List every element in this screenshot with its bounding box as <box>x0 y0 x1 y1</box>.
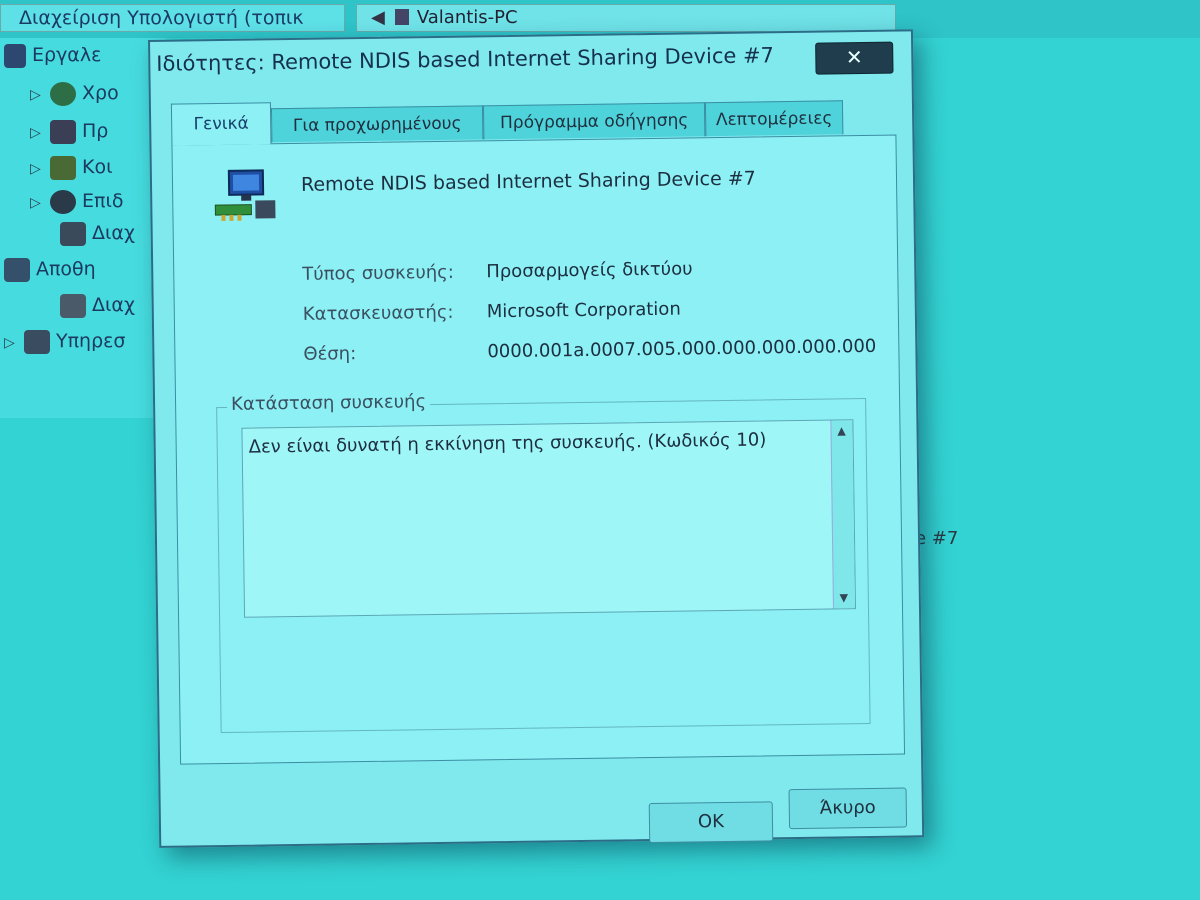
device-status-label: Κατάσταση συσκευής <box>226 391 431 415</box>
services-icon <box>24 329 50 354</box>
background-tree: Εργαλε ▷ Χρο ▷ Πρ ▷ Κοι ▷ Επιδ Διαχ Αποθη Δι… <box>0 38 165 418</box>
tab-driver[interactable]: Πρόγραμμα οδήγησης <box>482 102 706 140</box>
device-status-textbox[interactable]: Δεν είναι δυνατή η εκκίνηση της συσκευής… <box>241 419 857 618</box>
tree-item-scheduler[interactable]: ▷ Χρο <box>30 76 119 110</box>
expand-icon[interactable]: ▷ <box>4 326 18 360</box>
performance-icon <box>50 189 76 214</box>
general-tab-panel: Remote NDIS based Internet Sharing Devic… <box>171 134 906 765</box>
tab-strip: Γενικά Για προχωρημένους Πρόγραμμα οδήγη… <box>170 100 844 146</box>
arrow-icon: ◀ <box>371 7 385 28</box>
disk-icon <box>60 293 86 318</box>
device-type-value: Προσαρμογείς δικτύου <box>486 258 693 283</box>
scheduler-icon <box>50 119 76 144</box>
tree-item-services[interactable]: ▷ Υπηρεσ <box>4 324 125 358</box>
tab-advanced[interactable]: Για προχωρημένους <box>270 105 484 143</box>
tree-item-device-manager[interactable]: Διαχ <box>60 216 135 250</box>
properties-dialog: Ιδιότητες: Remote NDIS based Internet Sh… <box>148 29 925 848</box>
device-name: Remote NDIS based Internet Sharing Devic… <box>300 167 756 196</box>
dialog-title: Ιδιότητες: Remote NDIS based Internet Sh… <box>156 43 775 76</box>
device-status-group: Κατάσταση συσκευής Δεν είναι δυνατή η εκ… <box>216 391 871 734</box>
manufacturer-label: Κατασκευαστής: <box>302 301 454 325</box>
shared-folders-icon <box>50 155 76 180</box>
tab-general[interactable]: Γενικά <box>170 102 272 146</box>
ok-button[interactable]: OK <box>648 801 774 844</box>
tree-item-disk[interactable]: Διαχ <box>60 288 135 322</box>
tab-details[interactable]: Λεπτομέρειες <box>704 100 844 137</box>
device-status-text: Δεν είναι δυνατή η εκκίνηση της συσκευής… <box>248 429 767 458</box>
manufacturer-value: Microsoft Corporation <box>486 298 681 323</box>
tree-item-performance[interactable]: ▷ Επιδ <box>30 184 124 218</box>
tools-icon <box>4 43 26 68</box>
status-scrollbar[interactable]: ▲ ▼ <box>830 420 856 609</box>
tree-item-tools[interactable]: Εργαλε <box>4 38 101 72</box>
tree-item-storage[interactable]: Αποθη <box>4 252 96 286</box>
cancel-button[interactable]: Άκυρο <box>788 787 908 830</box>
location-value: 0000.001a.0007.005.000.000.000.000.000 <box>487 335 877 363</box>
address-text: Valantis-PC <box>416 7 518 28</box>
expand-icon[interactable]: ▷ <box>30 78 44 112</box>
location-label: Θέση: <box>303 343 357 365</box>
background-list-fragment: e #7 <box>915 528 959 549</box>
close-button[interactable]: ✕ <box>815 41 894 75</box>
tree-item-shared[interactable]: ▷ Κοι <box>30 150 113 184</box>
clock-icon <box>50 81 76 106</box>
computer-icon <box>394 9 409 25</box>
scroll-down-icon[interactable]: ▼ <box>834 591 854 604</box>
background-window-title: Διαχείριση Υπολογιστή (τοπικ <box>0 4 345 32</box>
expand-icon[interactable]: ▷ <box>30 186 44 220</box>
background-address-bar[interactable]: ◀ Valantis-PC <box>356 4 896 32</box>
network-adapter-icon <box>214 169 276 221</box>
expand-icon[interactable]: ▷ <box>30 116 44 150</box>
device-manager-icon <box>60 221 86 246</box>
scroll-up-icon[interactable]: ▲ <box>831 424 851 437</box>
expand-icon[interactable]: ▷ <box>30 152 44 186</box>
device-type-label: Τύπος συσκευής: <box>302 261 454 285</box>
storage-icon <box>4 257 30 282</box>
tree-item-events[interactable]: ▷ Πρ <box>30 114 108 148</box>
